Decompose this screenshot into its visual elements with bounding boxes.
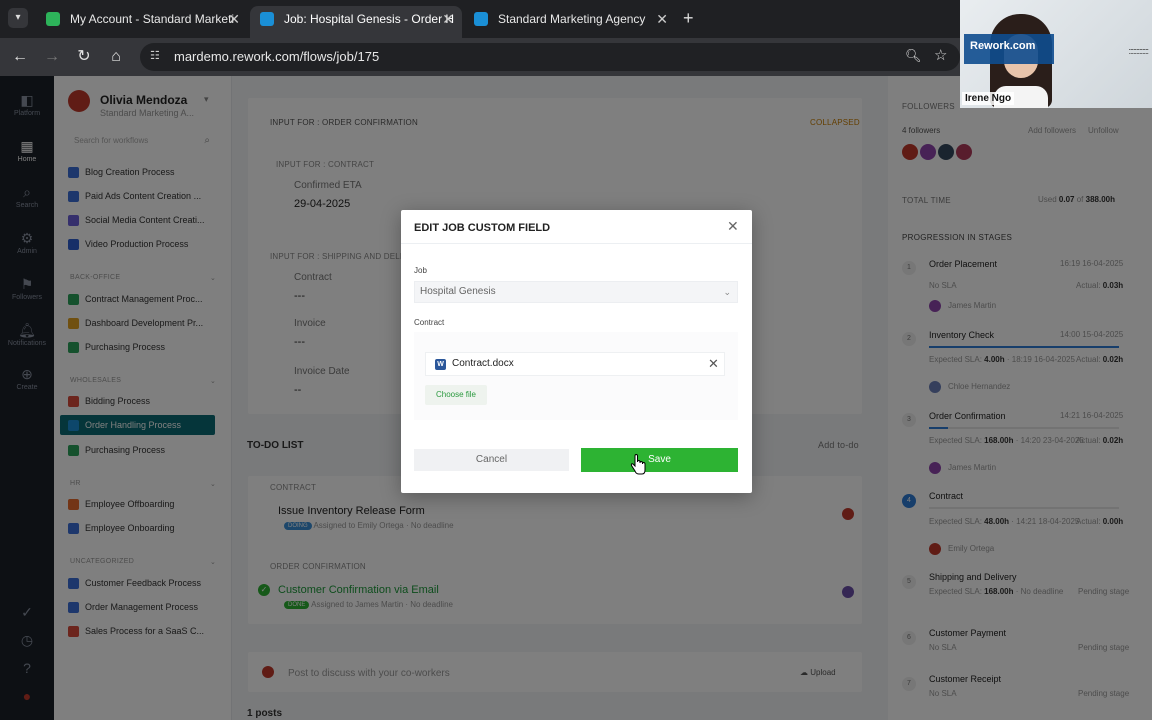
browser-tab-my-account[interactable]: My Account - Standard Marketi ✕	[36, 6, 248, 38]
zoom-magnifier-icon[interactable]: 🔍︎	[905, 48, 922, 64]
word-document-icon: W	[435, 359, 446, 370]
presenter-name: Irene Ngo	[962, 92, 1015, 105]
chevron-down-icon: ⌄	[723, 287, 731, 297]
decorative-dots: :::::::::::::	[1128, 46, 1148, 56]
video-call-overlay: Rework.com ::::::::::::: Irene Ngo	[960, 0, 1152, 108]
job-label: Job	[414, 266, 427, 275]
cancel-button[interactable]: Cancel	[414, 449, 569, 471]
back-arrow-icon[interactable]: ←	[10, 47, 30, 67]
contract-upload-area: W Contract.docx ✕ Choose file	[414, 332, 738, 420]
tab-title: My Account - Standard Marketi	[70, 12, 235, 26]
job-select[interactable]: Hospital Genesis ⌄	[414, 281, 738, 303]
url-text: mardemo.rework.com/flows/job/175	[174, 49, 380, 64]
new-tab-plus-icon[interactable]: +	[683, 8, 694, 28]
attached-file[interactable]: W Contract.docx ✕	[425, 352, 725, 376]
tab-close-icon[interactable]: ✕	[228, 6, 240, 32]
dialog-title: EDIT JOB CUSTOM FIELD	[414, 222, 551, 234]
close-icon[interactable]: ✕	[727, 219, 739, 233]
brand-logo-text: Rework.com	[970, 40, 1036, 52]
choose-file-button[interactable]: Choose file	[425, 385, 487, 405]
job-select-value: Hospital Genesis	[420, 286, 496, 297]
file-name: Contract.docx	[452, 358, 514, 369]
rework-favicon-icon	[46, 12, 60, 26]
reload-icon[interactable]: ↻	[74, 47, 94, 67]
tab-close-icon[interactable]: ✕	[442, 6, 454, 32]
edit-job-custom-field-dialog: EDIT JOB CUSTOM FIELD ✕ Job Hospital Gen…	[401, 210, 752, 493]
tab-search-menu-icon[interactable]: ▾	[8, 8, 28, 28]
save-button[interactable]: Save	[581, 448, 738, 472]
dialog-header: EDIT JOB CUSTOM FIELD ✕	[401, 210, 752, 244]
tab-title: Standard Marketing Agency	[498, 12, 646, 26]
tab-title: Job: Hospital Genesis - Order H	[284, 12, 455, 26]
browser-tab-agency[interactable]: Standard Marketing Agency ✕	[464, 6, 676, 38]
home-icon[interactable]: ⌂	[106, 47, 126, 67]
remove-file-icon[interactable]: ✕	[708, 356, 719, 372]
forward-arrow-icon[interactable]: →	[42, 47, 62, 67]
url-omnibox[interactable]: ☷ mardemo.rework.com/flows/job/175	[140, 43, 960, 71]
rework-favicon-icon	[260, 12, 274, 26]
browser-tab-job[interactable]: Job: Hospital Genesis - Order H ✕	[250, 6, 462, 38]
hand-cursor-icon	[630, 454, 646, 475]
contract-label: Contract	[414, 318, 445, 327]
tab-close-icon[interactable]: ✕	[656, 6, 668, 32]
rework-favicon-icon	[474, 12, 488, 26]
site-info-icon[interactable]: ☷	[150, 49, 164, 63]
bookmark-star-icon[interactable]: ☆	[934, 46, 947, 64]
